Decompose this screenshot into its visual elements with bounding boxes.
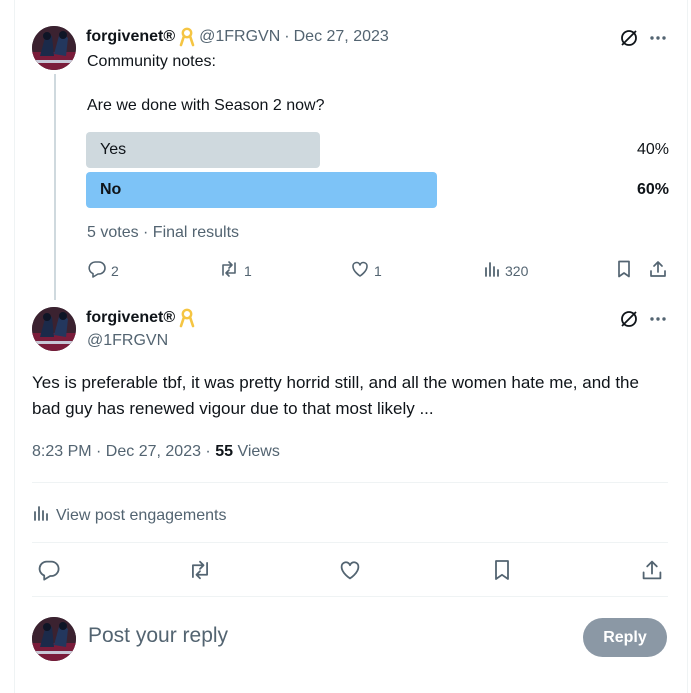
separator-dot: ·: [284, 28, 290, 45]
bookmark-icon[interactable]: [614, 259, 634, 279]
more-icon[interactable]: [648, 309, 668, 329]
display-name[interactable]: forgivenet®: [86, 309, 175, 327]
views-icon: [483, 259, 501, 282]
repost-count: 1: [244, 262, 252, 279]
poll-option-percent: 60%: [636, 181, 669, 198]
engagements-icon: [32, 503, 50, 528]
views-action[interactable]: 320: [483, 259, 528, 282]
avatar[interactable]: [32, 26, 76, 70]
engagements-label: View post engagements: [56, 506, 227, 524]
views-count: 320: [505, 262, 529, 279]
like-icon[interactable]: [338, 558, 362, 582]
reply-input[interactable]: Post your reply: [88, 624, 228, 648]
tweet-header: forgivenet® @1FRGVN · Dec 27, 2023: [86, 27, 389, 47]
handle[interactable]: @1FRGVN: [199, 28, 280, 46]
more-icon[interactable]: [648, 28, 668, 48]
tweet-header: forgivenet®: [86, 308, 195, 328]
like-count: 1: [374, 262, 382, 279]
reply-icon: [87, 259, 107, 282]
avatar: [32, 617, 76, 661]
reply-button[interactable]: Reply: [583, 618, 667, 657]
poll-option-label: Yes: [100, 141, 127, 158]
share-icon[interactable]: [648, 259, 668, 279]
thread-connector: [54, 74, 56, 300]
ribbon-icon: [179, 308, 195, 328]
poll-option-label: No: [100, 181, 122, 198]
divider: [32, 482, 668, 483]
avatar[interactable]: [32, 307, 76, 351]
tweet-meta: 8:23 PM · Dec 27, 2023 · 55 Views: [32, 443, 280, 461]
bookmark-icon[interactable]: [490, 558, 514, 582]
view-engagements-link[interactable]: View post engagements: [32, 503, 226, 528]
grok-icon[interactable]: [619, 28, 639, 48]
divider: [32, 596, 668, 597]
repost-action[interactable]: 1: [218, 259, 252, 282]
display-name[interactable]: forgivenet®: [86, 28, 175, 46]
share-icon[interactable]: [640, 558, 664, 582]
reply-count: 2: [111, 262, 119, 279]
views-label: Views: [233, 443, 280, 460]
tweet-timestamp[interactable]: 8:23 PM · Dec 27, 2023 ·: [32, 443, 215, 460]
repost-icon: [218, 259, 240, 282]
ribbon-icon: [179, 27, 195, 47]
reply-icon[interactable]: [37, 558, 61, 582]
poll-summary: 5 votes · Final results: [87, 224, 240, 241]
poll-question: Are we done with Season 2 now?: [87, 97, 325, 114]
handle[interactable]: @1FRGVN: [87, 332, 168, 350]
reply-action[interactable]: 2: [87, 259, 119, 282]
tweet-text: Community notes:: [87, 53, 216, 70]
tweet-date[interactable]: Dec 27, 2023: [294, 28, 389, 46]
grok-icon[interactable]: [619, 309, 639, 329]
poll-option-percent: 40%: [636, 141, 669, 158]
views-count: 55: [215, 443, 233, 460]
divider: [32, 542, 668, 543]
poll-bar-no: [86, 172, 437, 208]
like-action[interactable]: 1: [350, 259, 382, 282]
repost-icon[interactable]: [187, 558, 213, 582]
like-icon: [350, 259, 370, 282]
tweet-text: Yes is preferable tbf, it was pretty hor…: [32, 373, 639, 418]
